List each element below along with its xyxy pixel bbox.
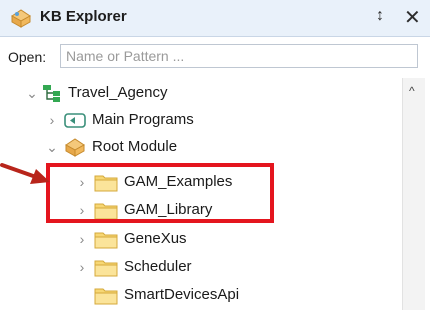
- tree-item-genexus[interactable]: › GeneXus: [0, 226, 400, 252]
- pin-icon[interactable]: ↕: [376, 7, 384, 25]
- tree-item-label: Main Programs: [92, 111, 194, 128]
- panel-title: KB Explorer: [40, 8, 127, 25]
- tree-item-main-programs[interactable]: › Main Programs: [0, 107, 400, 133]
- open-label: Open:: [8, 49, 47, 65]
- folder-icon: [94, 260, 118, 277]
- annotation-arrow-icon: [0, 163, 50, 184]
- scroll-up-icon[interactable]: ^: [409, 84, 415, 98]
- module-icon: [65, 138, 85, 157]
- tree-item-label: GeneXus: [124, 230, 187, 247]
- chevron-down-icon[interactable]: ⌄: [26, 85, 38, 102]
- main-programs-icon: [64, 113, 86, 128]
- panel-titlebar: KB Explorer ↕ ✕: [0, 0, 430, 37]
- tree-item-label: Travel_Agency: [68, 84, 168, 101]
- tree-item-label: Scheduler: [124, 258, 192, 275]
- tree-item-label: SmartDevicesApi: [124, 286, 240, 303]
- chevron-right-icon[interactable]: ›: [76, 231, 88, 247]
- kb-root-icon: [43, 85, 60, 102]
- chevron-right-icon[interactable]: ›: [46, 112, 58, 128]
- tree-item-scheduler[interactable]: › Scheduler: [0, 254, 400, 280]
- kb-explorer-icon: [11, 9, 31, 28]
- chevron-right-icon[interactable]: ›: [76, 259, 88, 275]
- folder-icon: [94, 288, 118, 305]
- chevron-down-icon[interactable]: ⌄: [46, 139, 58, 156]
- open-search-input[interactable]: [60, 44, 418, 68]
- close-icon[interactable]: ✕: [404, 5, 421, 30]
- tree-item-root-module[interactable]: ⌄ Root Module: [0, 134, 400, 160]
- tree-scrollbar[interactable]: ^: [402, 78, 425, 310]
- highlight-box: [46, 163, 274, 223]
- tree-item-label: Root Module: [92, 138, 178, 155]
- folder-icon: [94, 232, 118, 249]
- tree-item-smartdevicesapi[interactable]: SmartDevicesApi: [0, 282, 400, 308]
- tree-item-travel-agency[interactable]: ⌄ Travel_Agency: [0, 80, 400, 106]
